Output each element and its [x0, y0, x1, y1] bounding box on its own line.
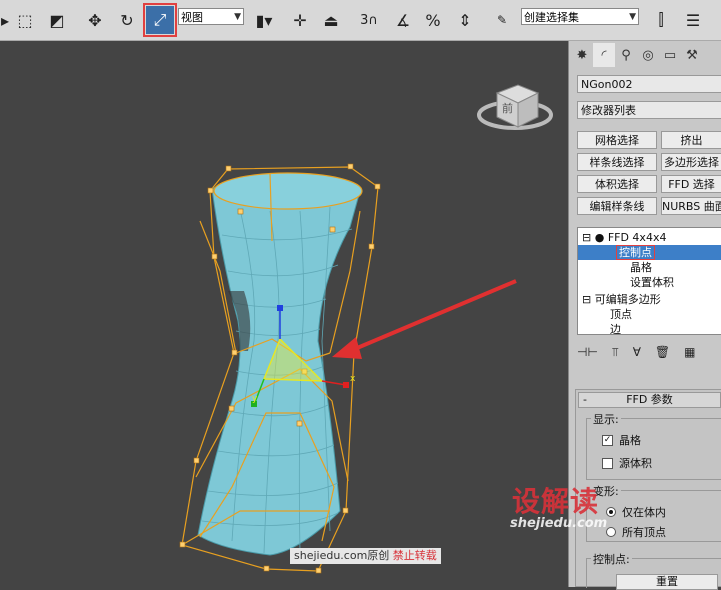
stack-toolbar: ⊣⊢ ⫪ ∀ 🗑 ▦: [577, 341, 721, 363]
stack-item-vertex[interactable]: 顶点: [578, 307, 721, 322]
watermark-note: shejiedu.com原创 禁止转载: [290, 548, 441, 564]
modifier-button[interactable]: 编辑样条线: [577, 197, 657, 215]
modifier-button[interactable]: NURBS 曲面选择: [661, 197, 721, 215]
angle-snap-icon[interactable]: ∡: [390, 6, 416, 34]
viewcube-front-label: 前: [502, 101, 513, 115]
stack-item-ffd[interactable]: ⊟ ● FFD 4x4x4: [578, 230, 721, 245]
reset-button[interactable]: 重置: [616, 574, 718, 590]
viewport-scene: 前 x y: [179, 84, 553, 574]
utilities-tab-icon[interactable]: ⚒: [681, 43, 703, 67]
expand-icon[interactable]: ⊟: [582, 293, 591, 306]
spinner-snap-icon[interactable]: ⇕: [452, 6, 478, 34]
radio-icon: [606, 527, 616, 537]
modifier-stack[interactable]: ⊟ ● FFD 4x4x4 控制点 晶格 设置体积 ⊟ 可编辑多边形 顶点 边: [577, 227, 721, 335]
stack-item-control-points[interactable]: 控制点: [578, 245, 721, 260]
hierarchy-tab-icon[interactable]: ⚲: [615, 43, 637, 67]
stack-item-lattice[interactable]: 晶格: [578, 260, 721, 275]
stack-item-edge[interactable]: 边: [578, 322, 721, 334]
modifier-button[interactable]: 网格选择: [577, 131, 657, 149]
stack-item-set-volume[interactable]: 设置体积: [578, 275, 721, 290]
modifier-button[interactable]: 多边形选择: [661, 153, 721, 171]
scale-icon[interactable]: ⤢: [143, 3, 177, 37]
stack-item-editable-poly[interactable]: ⊟ 可编辑多边形: [578, 292, 721, 307]
move-icon[interactable]: ✥: [82, 6, 108, 34]
modify-tab-icon[interactable]: ◜: [593, 43, 615, 67]
modifier-button[interactable]: 体积选择: [577, 175, 657, 193]
axis-x-label: x: [350, 374, 356, 384]
reference-coord-select[interactable]: 视图 ▼: [178, 8, 244, 25]
align-icon[interactable]: ☰: [680, 6, 706, 34]
configure-sets-icon[interactable]: ▦: [684, 345, 695, 359]
mirror-icon[interactable]: ⫿: [648, 6, 674, 34]
manipulate-icon[interactable]: ✛: [288, 6, 312, 34]
window-crossing-icon[interactable]: ◩: [44, 6, 70, 34]
edit-named-sel-icon[interactable]: ✎: [488, 6, 516, 34]
source-volume-checkbox[interactable]: 源体积: [602, 455, 652, 471]
create-tab-icon[interactable]: ✸: [571, 43, 593, 67]
rollout-header[interactable]: - FFD 参数: [578, 392, 721, 408]
checkbox-icon: [602, 457, 613, 469]
select-icon[interactable]: ▸: [0, 6, 10, 34]
motion-tab-icon[interactable]: ◎: [637, 43, 659, 67]
lattice-checkbox[interactable]: ✓ 晶格: [602, 432, 641, 448]
object-name-field[interactable]: NGon002: [577, 75, 721, 93]
axis-y-label: y: [252, 394, 258, 404]
watermark-url: shejiedu.com: [510, 516, 608, 531]
radio-icon: [606, 507, 616, 517]
show-end-result-icon[interactable]: ⫪: [612, 345, 619, 360]
display-tab-icon[interactable]: ▭: [659, 43, 681, 67]
modifier-button[interactable]: 挤出: [661, 131, 721, 149]
make-unique-icon[interactable]: ∀: [633, 345, 641, 359]
command-panel-tabs: ✸ ◜ ⚲ ◎ ▭ ⚒: [571, 43, 721, 69]
rotate-icon[interactable]: ↻: [114, 6, 140, 34]
all-vertices-radio[interactable]: 所有顶点: [606, 524, 666, 540]
keyboard-shortcut-icon[interactable]: ⏏: [318, 6, 344, 34]
remove-modifier-icon[interactable]: 🗑: [655, 345, 670, 359]
modifier-button[interactable]: FFD 选择: [661, 175, 721, 193]
lightbulb-icon[interactable]: ⊟ ●: [582, 231, 604, 244]
pivot-icon[interactable]: ▮▾: [250, 6, 278, 34]
viewcube[interactable]: 前: [477, 84, 553, 130]
inside-only-radio[interactable]: 仅在体内: [606, 504, 666, 520]
modifier-list-dropdown[interactable]: 修改器列表: [577, 101, 721, 119]
named-selection-set[interactable]: 创建选择集 ▼: [521, 8, 639, 25]
select-region-icon[interactable]: ⬚: [12, 6, 38, 34]
pin-stack-icon[interactable]: ⊣⊢: [577, 345, 598, 359]
percent-snap-icon[interactable]: %: [420, 6, 446, 34]
snap-icon[interactable]: 3 ∩: [356, 6, 382, 34]
checkbox-icon: ✓: [602, 434, 613, 446]
watermark-logo: 设解读: [512, 485, 600, 518]
main-toolbar: ▸ ⬚ ◩ ✥ ↻ ⤢ 视图 ▼ ▮▾ ✛ ⏏ 3 ∩ ∡ % ⇕ ✎ 创建选择集 ▼…: [0, 0, 721, 41]
modifier-button[interactable]: 样条线选择: [577, 153, 657, 171]
perspective-viewport[interactable]: 前 x y: [0, 41, 567, 587]
